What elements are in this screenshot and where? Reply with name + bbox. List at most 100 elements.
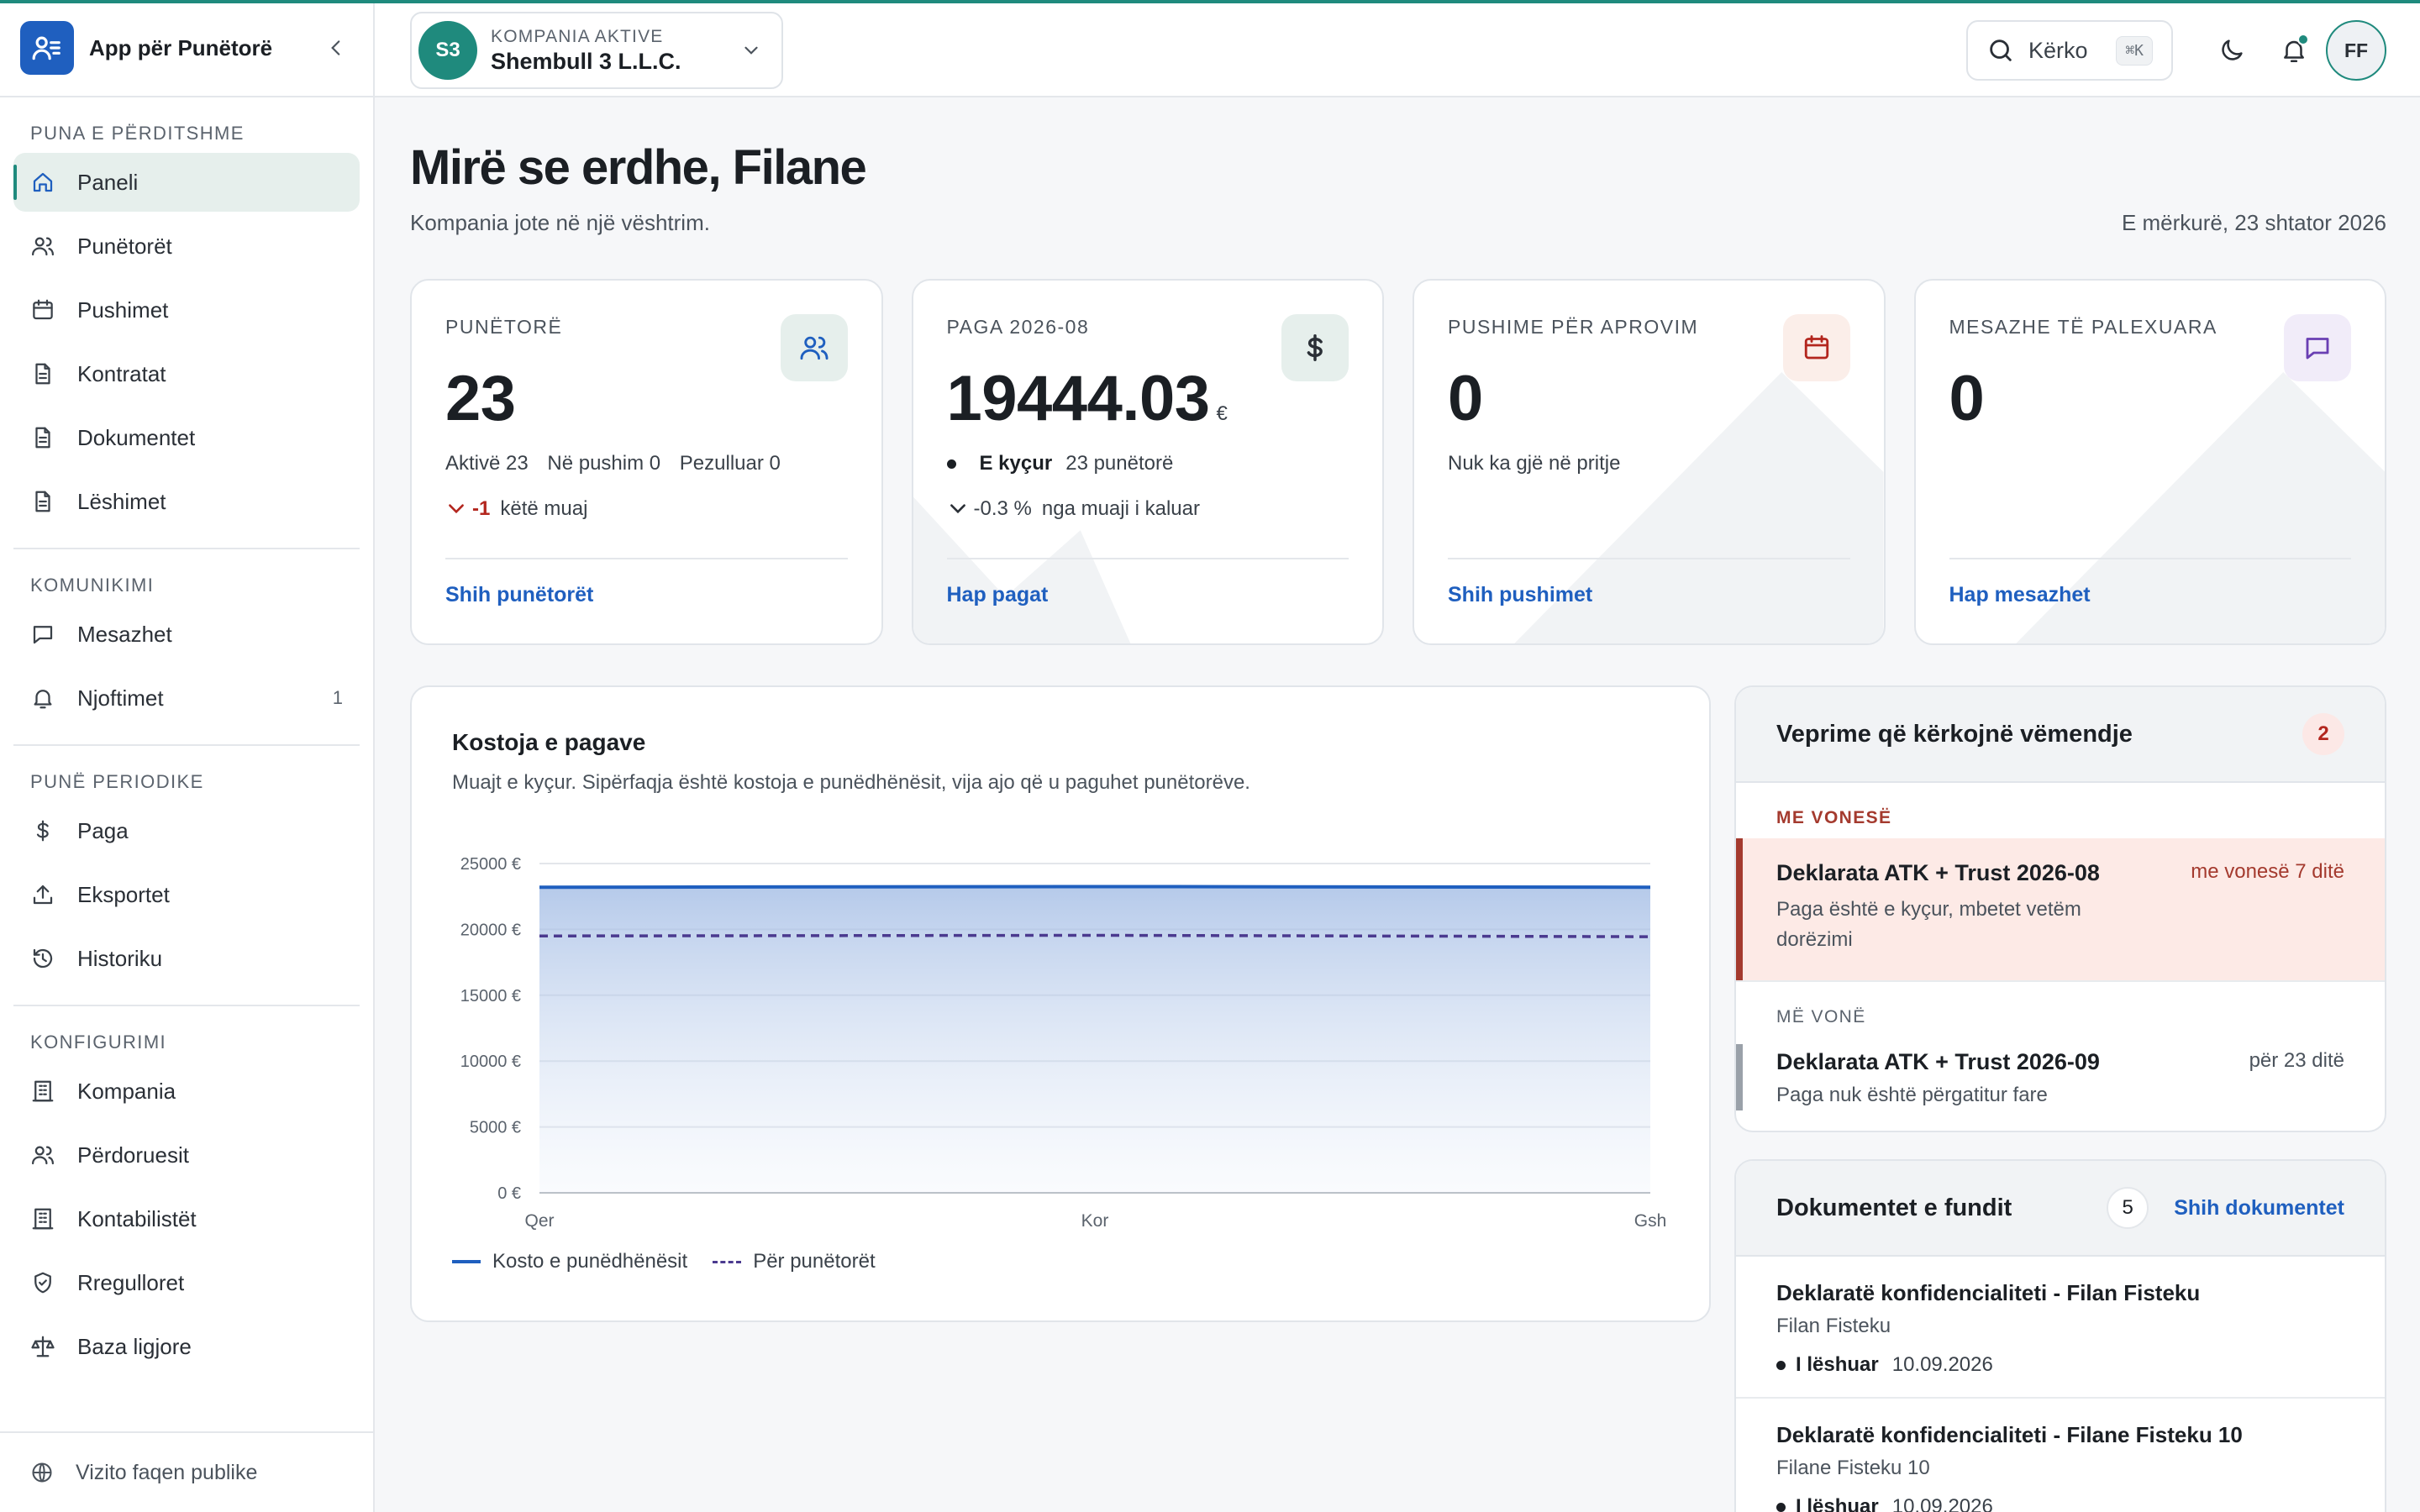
unread-messages-count: 0 (1949, 363, 1985, 434)
sidebar-item-kontratat[interactable]: Kontratat (13, 344, 360, 403)
message-icon (30, 622, 55, 647)
y-tick-label: 0 € (497, 1184, 521, 1203)
employees-card: Punëtorë 23 Aktivë 23 Në pushim 0 Pezull… (410, 279, 883, 645)
history-icon (30, 946, 55, 971)
attention-item-due: për 23 ditë (2249, 1049, 2344, 1072)
x-tick-label: Gsh (1634, 1211, 1667, 1231)
employer-cost-line (539, 885, 1651, 890)
employees-trend: -1 këtë muaj (445, 497, 848, 521)
legend-label-workers: Për punëtorët (753, 1250, 876, 1273)
sidebar-item-dokumentet[interactable]: Dokumentet (13, 408, 360, 467)
theme-toggle-button[interactable] (2212, 30, 2252, 71)
y-tick-label: 5000 € (470, 1119, 521, 1137)
users-icon (30, 234, 55, 259)
sidebar-item-count: 1 (332, 687, 343, 708)
notifications-button[interactable] (2274, 30, 2314, 71)
file-icon (30, 489, 55, 514)
y-tick-label: 15000 € (460, 987, 521, 1005)
attention-item-title: Deklarata ATK + Trust 2026-09 (1776, 1049, 2100, 1074)
payroll-status-label: E kyçur (979, 452, 1053, 475)
card-divider (445, 558, 848, 559)
attention-item[interactable]: Deklarata ATK + Trust 2026-09 për 23 dit… (1736, 1037, 2385, 1131)
sidebar-item-label: Kompania (77, 1078, 176, 1104)
view-employees-link[interactable]: Shih punëtorët (445, 583, 593, 607)
sidebar-item-label: Dokumentet (77, 424, 196, 450)
sidebar-item-lëshimet[interactable]: Lëshimet (13, 472, 360, 531)
sidebar: App për Punëtorë Puna e përditshme Paneli… (0, 0, 375, 1512)
moon-icon (2222, 39, 2243, 60)
employees-suspended: Pezulluar 0 (679, 452, 781, 475)
sidebar-item-rregulloret[interactable]: Rregulloret (13, 1253, 360, 1312)
status-bar (1736, 1044, 1743, 1110)
sidebar-item-label: Përdoruesit (77, 1142, 189, 1168)
sidebar-section: Komunikimi Mesazhet Njoftimet 1 (13, 549, 360, 746)
sidebar-section-title: Komunikimi (30, 575, 155, 596)
home-icon (30, 170, 55, 195)
sidebar-section: Konfigurimi Kompania Përdoruesit Kontabilis… (13, 1006, 360, 1393)
document-status: I lëshuar (1796, 1495, 1879, 1512)
status-dot (1776, 1360, 1786, 1370)
visit-public-page-link[interactable]: Vizito faqen publike (0, 1431, 373, 1512)
view-documents-link[interactable]: Shih dokumentet (2174, 1196, 2344, 1221)
company-avatar: S3 (418, 21, 477, 80)
app-logo-icon[interactable] (20, 21, 74, 75)
legend-item-employer: Kosto e punëdhënësit (452, 1250, 687, 1273)
view-leave-link[interactable]: Shih pushimet (1448, 583, 1592, 607)
y-tick-label: 10000 € (460, 1053, 521, 1071)
sidebar-item-paneli[interactable]: Paneli (13, 153, 360, 212)
leave-pending-note: Nuk ka gjë në pritje (1448, 452, 1621, 475)
status-dot (1776, 1502, 1786, 1512)
sidebar-item-label: Kontratat (77, 360, 166, 386)
sidebar-item-historiku[interactable]: Historiku (13, 929, 360, 988)
accent-top-line (0, 0, 2420, 3)
payroll-total: 19444.03 € (947, 362, 1349, 435)
document-item[interactable]: Deklaratë konfidencialiteti - Filan Fist… (1736, 1257, 2385, 1399)
sidebar-item-pushimet[interactable]: Pushimet (13, 281, 360, 339)
sidebar-header: App për Punëtorë (0, 0, 373, 97)
payroll-status: E kyçur 23 punëtorë (946, 452, 1349, 475)
payroll-trend: -0.3 % nga muaji i kaluar (947, 497, 1349, 521)
user-avatar[interactable]: FF (2326, 20, 2386, 81)
sidebar-item-label: Paneli (77, 169, 139, 195)
topbar: S3 Kompania aktive Shembull 3 L.L.C. Kër… (375, 3, 2420, 97)
recent-documents-panel: Dokumentet e fundit 5 Shih dokumentet De… (1734, 1159, 2386, 1512)
sidebar-item-label: Mesazhet (77, 621, 172, 647)
sidebar-item-punëtorët[interactable]: Punëtorët (13, 217, 360, 276)
sidebar-section-title: Punë periodike (30, 771, 204, 792)
chevron-down-icon (449, 504, 464, 514)
attention-item-desc: Paga nuk është përgatitur fare (1776, 1084, 2048, 1106)
search-button[interactable]: Kërko ⌘K (1966, 20, 2173, 81)
sidebar-item-njoftimet[interactable]: Njoftimet 1 (13, 669, 360, 727)
collapse-sidebar-button[interactable] (319, 31, 353, 65)
open-payroll-link[interactable]: Hap pagat (947, 583, 1049, 607)
document-date: 10.09.2026 (1891, 1495, 1993, 1512)
file-icon (30, 361, 55, 386)
sidebar-item-eksportet[interactable]: Eksportet (13, 865, 360, 924)
company-switcher[interactable]: S3 Kompania aktive Shembull 3 L.L.C. (410, 12, 783, 89)
company-name: Shembull 3 L.L.C. (491, 48, 681, 74)
sidebar-item-baza-ligjore[interactable]: Baza ligjore (13, 1317, 360, 1376)
sidebar-item-kompania[interactable]: Kompania (13, 1062, 360, 1121)
attention-item[interactable]: Deklarata ATK + Trust 2026-08 me vonesë … (1736, 838, 2385, 980)
sidebar-item-kontabilistët[interactable]: Kontabilistët (13, 1189, 360, 1248)
sidebar-section-title: Konfigurimi (30, 1032, 167, 1053)
sidebar-item-përdoruesit[interactable]: Përdoruesit (13, 1126, 360, 1184)
document-person: Filane Fisteku 10 (1776, 1457, 1930, 1479)
chevron-down-icon (950, 504, 965, 514)
trend-value: -0.3 % (973, 497, 1032, 520)
sidebar-item-mesazhet[interactable]: Mesazhet (13, 605, 360, 664)
sidebar-item-paga[interactable]: Paga (13, 801, 360, 860)
employees-count: 23 (445, 363, 516, 434)
open-messages-link[interactable]: Hap mesazhet (1949, 583, 2091, 607)
dollar-icon (30, 818, 55, 843)
sidebar-item-label: Pushimet (77, 297, 169, 323)
employees-breakdown: Aktivë 23 Në pushim 0 Pezulluar 0 (445, 452, 848, 475)
document-item[interactable]: Deklaratë konfidencialiteti - Filane Fis… (1736, 1399, 2385, 1512)
x-tick-label: Qer (524, 1211, 554, 1231)
sidebar-item-label: Rregulloret (77, 1269, 185, 1295)
x-tick-label: Kor (1081, 1211, 1109, 1231)
document-status: I lëshuar (1796, 1353, 1879, 1376)
card-divider (1949, 558, 2351, 559)
users-icon (30, 1142, 55, 1168)
payroll-card: Paga 2026-08 19444.03 € E kyçur 23 punëtor… (911, 279, 1384, 645)
